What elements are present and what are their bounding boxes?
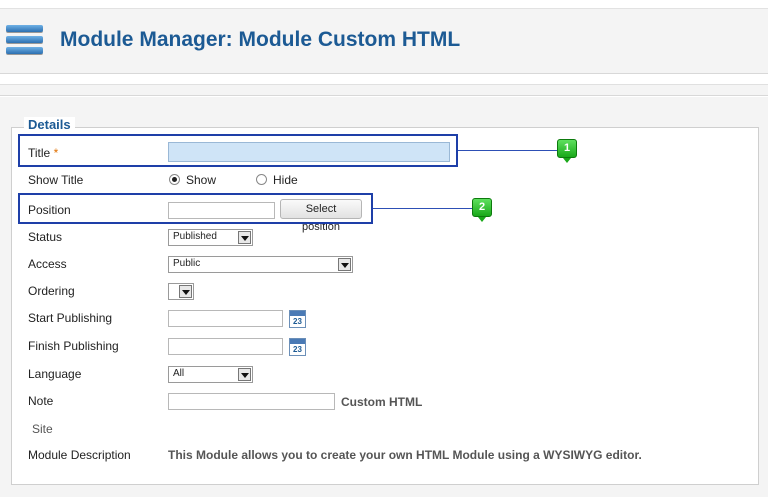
chevron-down-icon xyxy=(238,231,251,244)
callout-leader-1 xyxy=(458,150,558,151)
access-select[interactable]: Public xyxy=(168,256,353,273)
show-radio[interactable] xyxy=(169,174,180,185)
callout-box-title xyxy=(18,134,458,167)
note-label: Note xyxy=(28,394,54,408)
chevron-down-icon xyxy=(238,368,251,381)
finish-publishing-input[interactable] xyxy=(168,338,283,355)
calendar-icon[interactable]: 23 xyxy=(289,310,306,328)
page-title: Module Manager: Module Custom HTML xyxy=(60,28,461,51)
show-radio-label: Show xyxy=(186,173,217,187)
callout-leader-2 xyxy=(373,208,473,209)
callout-marker-1: 1 xyxy=(557,139,577,163)
details-legend: Details xyxy=(24,117,75,132)
calendar-icon[interactable]: 23 xyxy=(289,338,306,356)
page-header: Module Manager: Module Custom HTML xyxy=(0,8,768,74)
show-title-label: Show Title xyxy=(28,173,84,187)
language-select[interactable]: All xyxy=(168,366,253,383)
start-publishing-label: Start Publishing xyxy=(28,311,113,325)
status-select[interactable]: Published xyxy=(168,229,253,246)
chevron-down-icon xyxy=(179,285,192,298)
finish-publishing-label: Finish Publishing xyxy=(28,339,119,353)
access-label: Access xyxy=(28,257,67,271)
module-description-text: This Module allows you to create your ow… xyxy=(168,448,642,462)
ordering-select[interactable] xyxy=(168,283,194,300)
status-label: Status xyxy=(28,230,63,244)
note-input[interactable] xyxy=(168,393,335,410)
callout-marker-2: 2 xyxy=(472,198,492,222)
site-label: Site xyxy=(32,422,53,436)
ordering-label: Ordering xyxy=(28,284,75,298)
callout-box-position xyxy=(18,193,373,224)
toolbar-band xyxy=(0,84,768,96)
module-description-label: Module Description xyxy=(28,448,131,462)
module-icon xyxy=(6,19,43,61)
hide-radio-label: Hide xyxy=(273,173,298,187)
hide-radio[interactable] xyxy=(256,174,267,185)
language-label: Language xyxy=(28,367,82,381)
module-type-text: Custom HTML xyxy=(341,395,423,409)
chevron-down-icon xyxy=(338,258,351,271)
details-fieldset xyxy=(11,127,759,485)
start-publishing-input[interactable] xyxy=(168,310,283,327)
